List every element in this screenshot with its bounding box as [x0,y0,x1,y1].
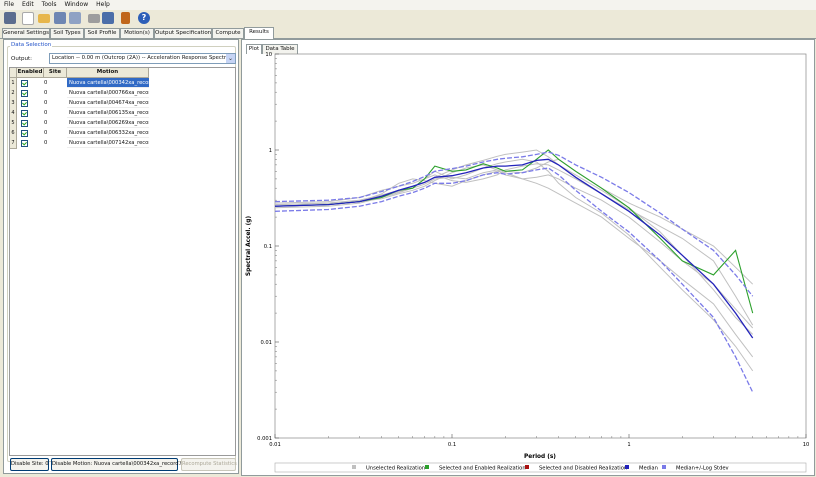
table-row[interactable]: 2 0 Nuova cartella\000766xa_record.txt [10,88,149,99]
motion-cell[interactable]: Nuova cartella\006332xa_record.txt [67,128,149,138]
y-tick-label: 10 [265,52,272,58]
list-icon[interactable] [4,12,16,24]
output-label: Output: [11,56,32,62]
motion-cell[interactable]: Nuova cartella\004674xa_record.txt [67,98,149,108]
site-cell: 0 [44,90,48,96]
row-header-corner [10,68,17,78]
legend-entry: Median [639,466,658,472]
spectral-acceleration-chart: 0.0010.010.11100.01 0.1 1 10 Period (s) Spe… [246,52,810,473]
table-row[interactable]: 3 0 Nuova cartella\004674xa_record.txt [10,98,149,109]
site-cell: 0 [44,130,48,136]
motion-cell[interactable]: Nuova cartella\006135xa_record.txt [67,108,149,118]
table-row[interactable]: 7 0 Nuova cartella\007142xa_record.txt [10,138,149,149]
x-axis-label: Period (s) [524,454,556,460]
motion-cell[interactable]: Nuova cartella\000342xa_record.txt [67,78,149,88]
motion-cell[interactable]: Nuova cartella\007142xa_record.txt [67,138,149,148]
column-header-motion[interactable]: Motion [67,68,149,78]
output-select-value: Location -- 0.00 m (Outcrop (2A)) -- Acc… [52,55,235,61]
y-axis-label: Spectral Accel. (g) [246,216,252,277]
legend-entry: Unselected Realization [366,466,425,472]
table-row[interactable]: 1 0 Nuova cartella\000342xa_record.txt [10,78,149,89]
help-icon[interactable]: ? [138,12,150,24]
table-row[interactable]: 5 0 Nuova cartella\006269xa_record.txt [10,118,149,129]
disable-motion-button[interactable]: Disable Motion: Nuova cartella\000342xa_… [51,458,187,471]
chart-legend: Unselected Realization Selected and Enabl… [274,462,807,473]
menu-edit[interactable]: Edit [18,0,38,8]
enabled-checkbox[interactable] [21,80,28,87]
legend-entry: Median+/-Log Stdev [676,466,729,472]
legend-swatch [352,465,356,469]
toolbar: ? [0,10,816,27]
motion-cell[interactable]: Nuova cartella\006269xa_record.txt [67,118,149,128]
site-cell: 0 [44,80,48,86]
output-select[interactable]: Location -- 0.00 m (Outcrop (2A)) -- Acc… [49,53,236,64]
tab-output-specification[interactable]: Output Specification [154,28,212,38]
data-selection-legend: Data Selection [10,42,53,48]
legend-swatch [525,465,529,469]
results-plot-panel: Plot Data Table 0.001 0.01 0.1 1 10 0.01 0.1 1 1… [241,39,815,476]
column-header-site[interactable]: Site [44,68,67,78]
menu-bar: File Edit Tools Window Help [0,0,816,10]
menu-file[interactable]: File [0,0,18,8]
export-icon[interactable] [102,12,114,24]
tab-compute[interactable]: Compute [212,28,244,38]
enabled-checkbox[interactable] [21,120,28,127]
tab-general-settings[interactable]: General Settings [2,28,50,38]
tab-soil-profile[interactable]: Soil Profile [84,28,120,38]
plot-area [274,53,807,439]
tab-motions[interactable]: Motion(s) [120,28,154,38]
row-number: 7 [10,138,17,149]
data-selection-panel: Data Selection Output: Location -- 0.00 … [3,39,239,474]
column-header-enabled[interactable]: Enabled [17,68,44,78]
menu-tools[interactable]: Tools [38,0,61,8]
motion-table: Enabled Site Motion 1 0 Nuova cartella\0… [9,67,236,456]
menu-window[interactable]: Window [60,0,92,8]
save-as-icon[interactable] [69,12,81,24]
chevron-down-icon[interactable]: ⌄ [226,54,235,63]
site-cell: 0 [44,140,48,146]
main-tab-bar: General Settings Soil Types Soil Profile… [0,27,816,39]
legend-swatch [625,465,629,469]
y-tick-label: 1 [269,148,272,154]
site-cell: 0 [44,100,48,106]
enabled-checkbox[interactable] [21,110,28,117]
x-tick-label: 0.01 [269,442,281,448]
enabled-checkbox[interactable] [21,100,28,107]
menu-help[interactable]: Help [92,0,114,8]
tab-results[interactable]: Results [244,27,274,39]
recompute-statistics-button[interactable]: Recompute Statistics [181,458,237,471]
x-tick-label: 1 [627,442,630,448]
legend-swatch [662,465,666,469]
y-tick-label: 0.1 [264,244,272,250]
enabled-checkbox[interactable] [21,140,28,147]
legend-entry: Selected and Enabled Realization [439,466,526,472]
save-icon[interactable] [54,12,66,24]
table-row[interactable]: 4 0 Nuova cartella\006135xa_record.txt [10,108,149,119]
print-icon[interactable] [88,14,100,23]
new-file-icon[interactable] [22,12,34,25]
disable-site-button[interactable]: Disable Site: 0 [10,458,49,471]
site-cell: 0 [44,120,48,126]
site-cell: 0 [44,110,48,116]
enabled-checkbox[interactable] [21,90,28,97]
x-tick-label: 10 [803,442,810,448]
legend-entry: Selected and Disabled Realization [539,466,627,472]
legend-swatch [425,465,429,469]
y-tick-label: 0.01 [260,340,272,346]
open-folder-icon[interactable] [38,14,50,23]
book-icon[interactable] [121,12,130,24]
table-row[interactable]: 6 0 Nuova cartella\006332xa_record.txt [10,128,149,139]
motion-cell[interactable]: Nuova cartella\000766xa_record.txt [67,88,149,98]
enabled-checkbox[interactable] [21,130,28,137]
tab-soil-types[interactable]: Soil Types [50,28,84,38]
x-tick-label: 0.1 [448,442,456,448]
